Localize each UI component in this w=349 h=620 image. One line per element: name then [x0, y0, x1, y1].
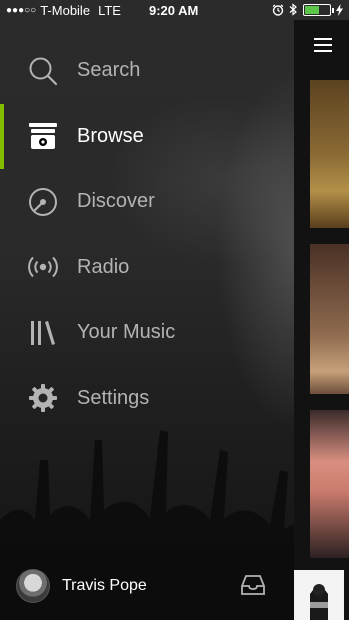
menu-item-label: Settings: [77, 386, 150, 409]
your-music-icon: [27, 317, 59, 349]
battery-icon: [303, 3, 334, 16]
bluetooth-icon: [289, 3, 297, 16]
profile-name: Travis Pope: [62, 577, 147, 594]
menu-item-label: Discover: [77, 190, 155, 213]
menu-item-label: Browse: [77, 124, 144, 147]
signal-strength-icon: ●●●○○: [6, 4, 37, 16]
status-time: 9:20 AM: [149, 2, 199, 18]
menu-item-radio[interactable]: Radio: [0, 235, 294, 301]
now-playing-album-art[interactable]: [294, 570, 344, 620]
browse-tile[interactable]: [310, 410, 349, 558]
profile-row[interactable]: Travis Pope: [16, 567, 294, 605]
menu-item-label: Search: [77, 59, 141, 82]
carrier-name: T-Mobile: [40, 2, 91, 18]
menu-item-search[interactable]: Search: [0, 38, 294, 104]
charging-icon: [336, 3, 343, 16]
search-icon: [27, 55, 59, 87]
menu-item-your-music[interactable]: Your Music: [0, 300, 294, 366]
browse-tile[interactable]: [310, 80, 349, 228]
browse-icon: [27, 120, 59, 152]
radio-icon: [27, 251, 59, 283]
menu-item-settings[interactable]: Settings: [0, 366, 294, 432]
browse-tile[interactable]: [310, 244, 349, 394]
navigation-menu: Search Browse Discover Radio Your Music …: [0, 38, 294, 431]
network-type: LTE: [98, 2, 121, 18]
menu-item-label: Radio: [77, 255, 130, 278]
status-right-icons: [272, 3, 343, 16]
status-bar: ●●●○○ T-Mobile LTE 9:20 AM: [0, 0, 349, 20]
menu-item-label: Your Music: [77, 321, 176, 344]
menu-item-discover[interactable]: Discover: [0, 169, 294, 235]
hamburger-menu-icon[interactable]: [314, 38, 332, 56]
album-art-graphic: [296, 574, 342, 620]
inbox-icon[interactable]: [241, 575, 265, 595]
menu-item-browse[interactable]: Browse: [0, 103, 294, 170]
discover-icon: [27, 186, 59, 218]
gear-icon: [27, 382, 59, 414]
avatar[interactable]: [16, 569, 50, 603]
alarm-icon: [272, 3, 284, 16]
